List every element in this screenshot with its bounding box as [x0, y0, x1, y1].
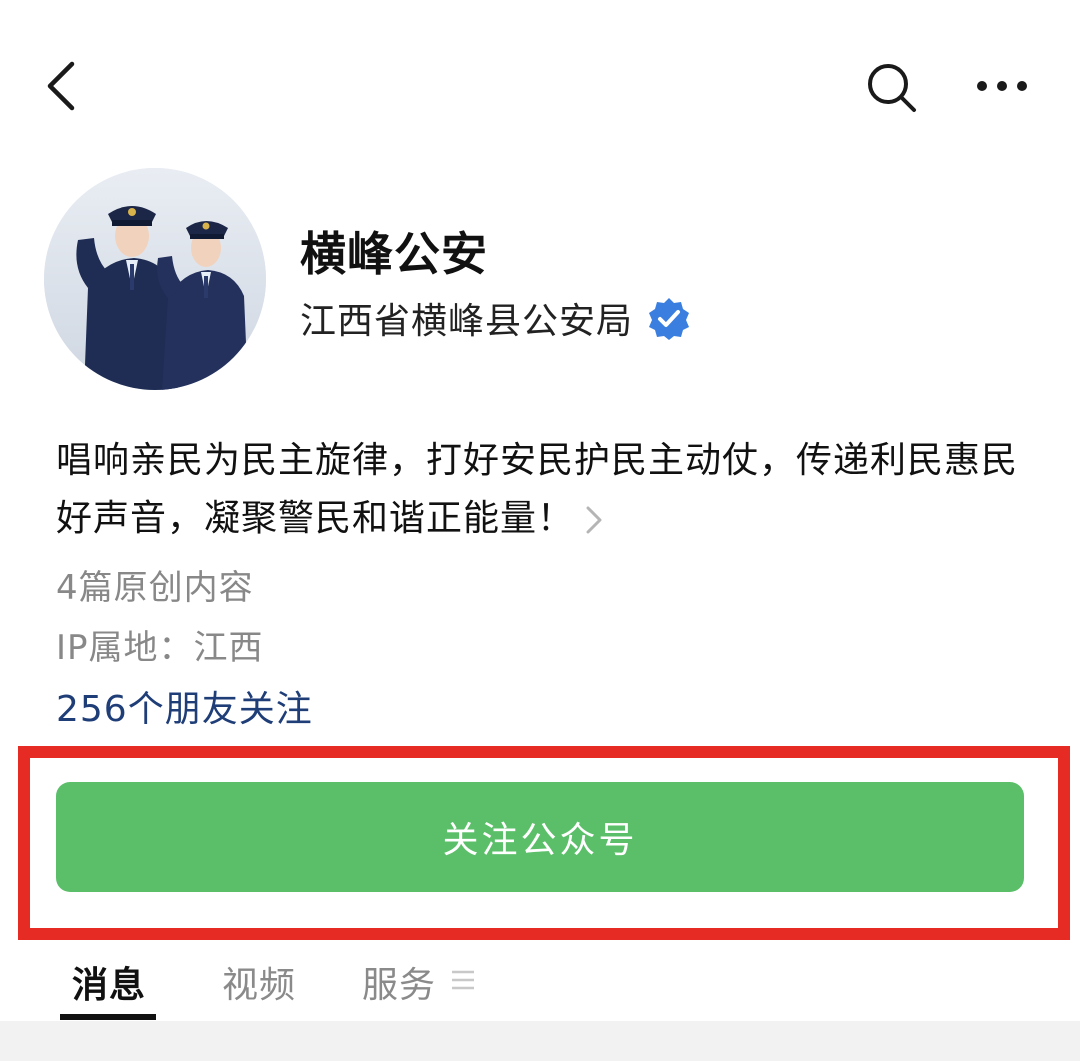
back-button[interactable] [40, 58, 90, 114]
chevron-right-icon [586, 506, 602, 534]
search-button[interactable] [864, 60, 920, 116]
friends-following-link[interactable]: 256个朋友关注 [56, 680, 313, 732]
tab-videos[interactable]: 视频 [222, 956, 296, 1008]
verified-badge-icon [649, 298, 690, 340]
account-description[interactable]: 唱响亲民为民主旋律，打好安民护民主动仗，传递利民惠民好声音，凝聚警民和谐正能量！ [56, 432, 1046, 548]
original-articles-count: 4篇原创内容 [56, 568, 254, 608]
active-tab-indicator [60, 1014, 156, 1020]
organization-name: 江西省横峰县公安局 [300, 301, 634, 342]
more-horizontal-icon [977, 81, 1027, 91]
bottom-divider [0, 1021, 1080, 1061]
description-text: 唱响亲民为民主旋律，打好安民护民主动仗，传递利民惠民好声音，凝聚警民和谐正能量！ [56, 440, 1019, 539]
more-button[interactable] [972, 66, 1032, 106]
organization-row[interactable]: 江西省横峰县公安局 [300, 292, 691, 344]
follow-account-button[interactable]: 关注公众号 [56, 782, 1024, 892]
top-bar [0, 0, 1080, 170]
tab-services[interactable]: 服务 [362, 956, 436, 1008]
account-avatar[interactable] [44, 168, 266, 390]
menu-lines-icon [452, 970, 474, 990]
avatar-image [44, 168, 266, 390]
account-name: 横峰公安 [300, 227, 488, 281]
tab-messages[interactable]: 消息 [72, 956, 146, 1008]
search-icon [868, 64, 916, 112]
content-tabs: 消息 视频 服务 [0, 950, 1080, 1020]
ip-location: IP属地：江西 [56, 628, 264, 668]
chevron-left-icon [47, 61, 75, 111]
